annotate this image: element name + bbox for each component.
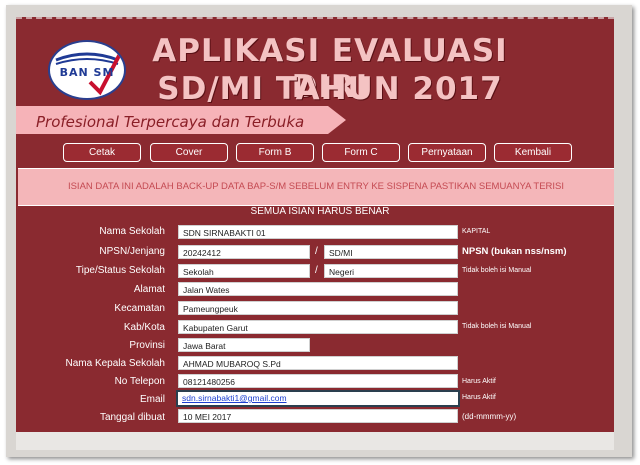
cetak-button[interactable]: Cetak bbox=[63, 143, 141, 162]
kembali-button[interactable]: Kembali bbox=[494, 143, 572, 162]
provinsi-label: Provinsi bbox=[129, 340, 165, 351]
npsn-note: NPSN (bukan nss/nsm) bbox=[462, 246, 567, 257]
tipe-status-label: Tipe/Status Sekolah bbox=[75, 265, 165, 276]
npsn-field[interactable]: 20242412 bbox=[178, 245, 310, 259]
kabkota-note: Tidak boleh isi Manual bbox=[462, 323, 532, 330]
nama-sekolah-note: KAPITAL bbox=[462, 228, 491, 235]
ban-sm-logo: BAN SM bbox=[48, 40, 126, 100]
tagline-text: Profesional Terpercaya dan Terbuka bbox=[36, 113, 305, 131]
tanggal-field[interactable]: 10 MEI 2017 bbox=[178, 409, 458, 423]
pernyataan-button[interactable]: Pernyataan bbox=[408, 143, 486, 162]
provinsi-field[interactable]: Jawa Barat bbox=[178, 338, 310, 352]
jenjang-field[interactable]: SD/MI bbox=[324, 245, 458, 259]
status-field[interactable]: Negeri bbox=[324, 264, 458, 278]
email-link[interactable]: sdn.sirnabakti1@gmail.com bbox=[182, 393, 287, 403]
logo-text: BAN SM bbox=[59, 66, 115, 79]
form-c-button[interactable]: Form C bbox=[322, 143, 400, 162]
kepala-sekolah-label: Nama Kepala Sekolah bbox=[65, 358, 165, 369]
email-label: Email bbox=[139, 394, 165, 405]
tipe-field[interactable]: Sekolah bbox=[178, 264, 310, 278]
tanggal-label: Tanggal dibuat bbox=[99, 412, 165, 423]
telepon-field[interactable]: 08121480256 bbox=[178, 374, 458, 388]
kabkota-label: Kab/Kota bbox=[123, 322, 165, 333]
email-field[interactable]: sdn.sirnabakti1@gmail.com bbox=[176, 390, 460, 407]
nama-sekolah-field[interactable]: SDN SIRNABAKTI 01 bbox=[178, 225, 458, 239]
tanggal-note: (dd-mmmm-yy) bbox=[462, 412, 517, 421]
section-title: SEMUA ISIAN HARUS BENAR bbox=[250, 206, 390, 217]
kepala-sekolah-field[interactable]: AHMAD MUBAROQ S.Pd bbox=[178, 356, 458, 370]
npsn-label: NPSN/Jenjang bbox=[99, 246, 165, 257]
form-b-button[interactable]: Form B bbox=[236, 143, 314, 162]
app-title-line2: SD/MI TAHUN 2017 bbox=[157, 71, 503, 107]
bottom-strip bbox=[16, 432, 614, 450]
kecamatan-field[interactable]: Pameungpeuk bbox=[178, 301, 458, 315]
alamat-field[interactable]: Jalan Wates bbox=[178, 282, 458, 296]
kabkota-field[interactable]: Kabupaten Garut bbox=[178, 320, 458, 334]
alamat-label: Alamat bbox=[133, 284, 165, 295]
telepon-note: Harus Aktif bbox=[462, 378, 496, 385]
cover-button[interactable]: Cover bbox=[150, 143, 228, 162]
nama-sekolah-label: Nama Sekolah bbox=[99, 226, 165, 237]
tipe-separator: / bbox=[315, 265, 318, 276]
kecamatan-label: Kecamatan bbox=[114, 303, 165, 314]
npsn-separator: / bbox=[315, 246, 318, 257]
email-note: Harus Aktif bbox=[462, 394, 496, 401]
info-banner: ISIAN DATA INI ADALAH BACK-UP DATA BAP-S… bbox=[18, 168, 614, 206]
telepon-label: No Telepon bbox=[114, 376, 165, 387]
tipe-note: Tidak boleh isi Manual bbox=[462, 267, 532, 274]
